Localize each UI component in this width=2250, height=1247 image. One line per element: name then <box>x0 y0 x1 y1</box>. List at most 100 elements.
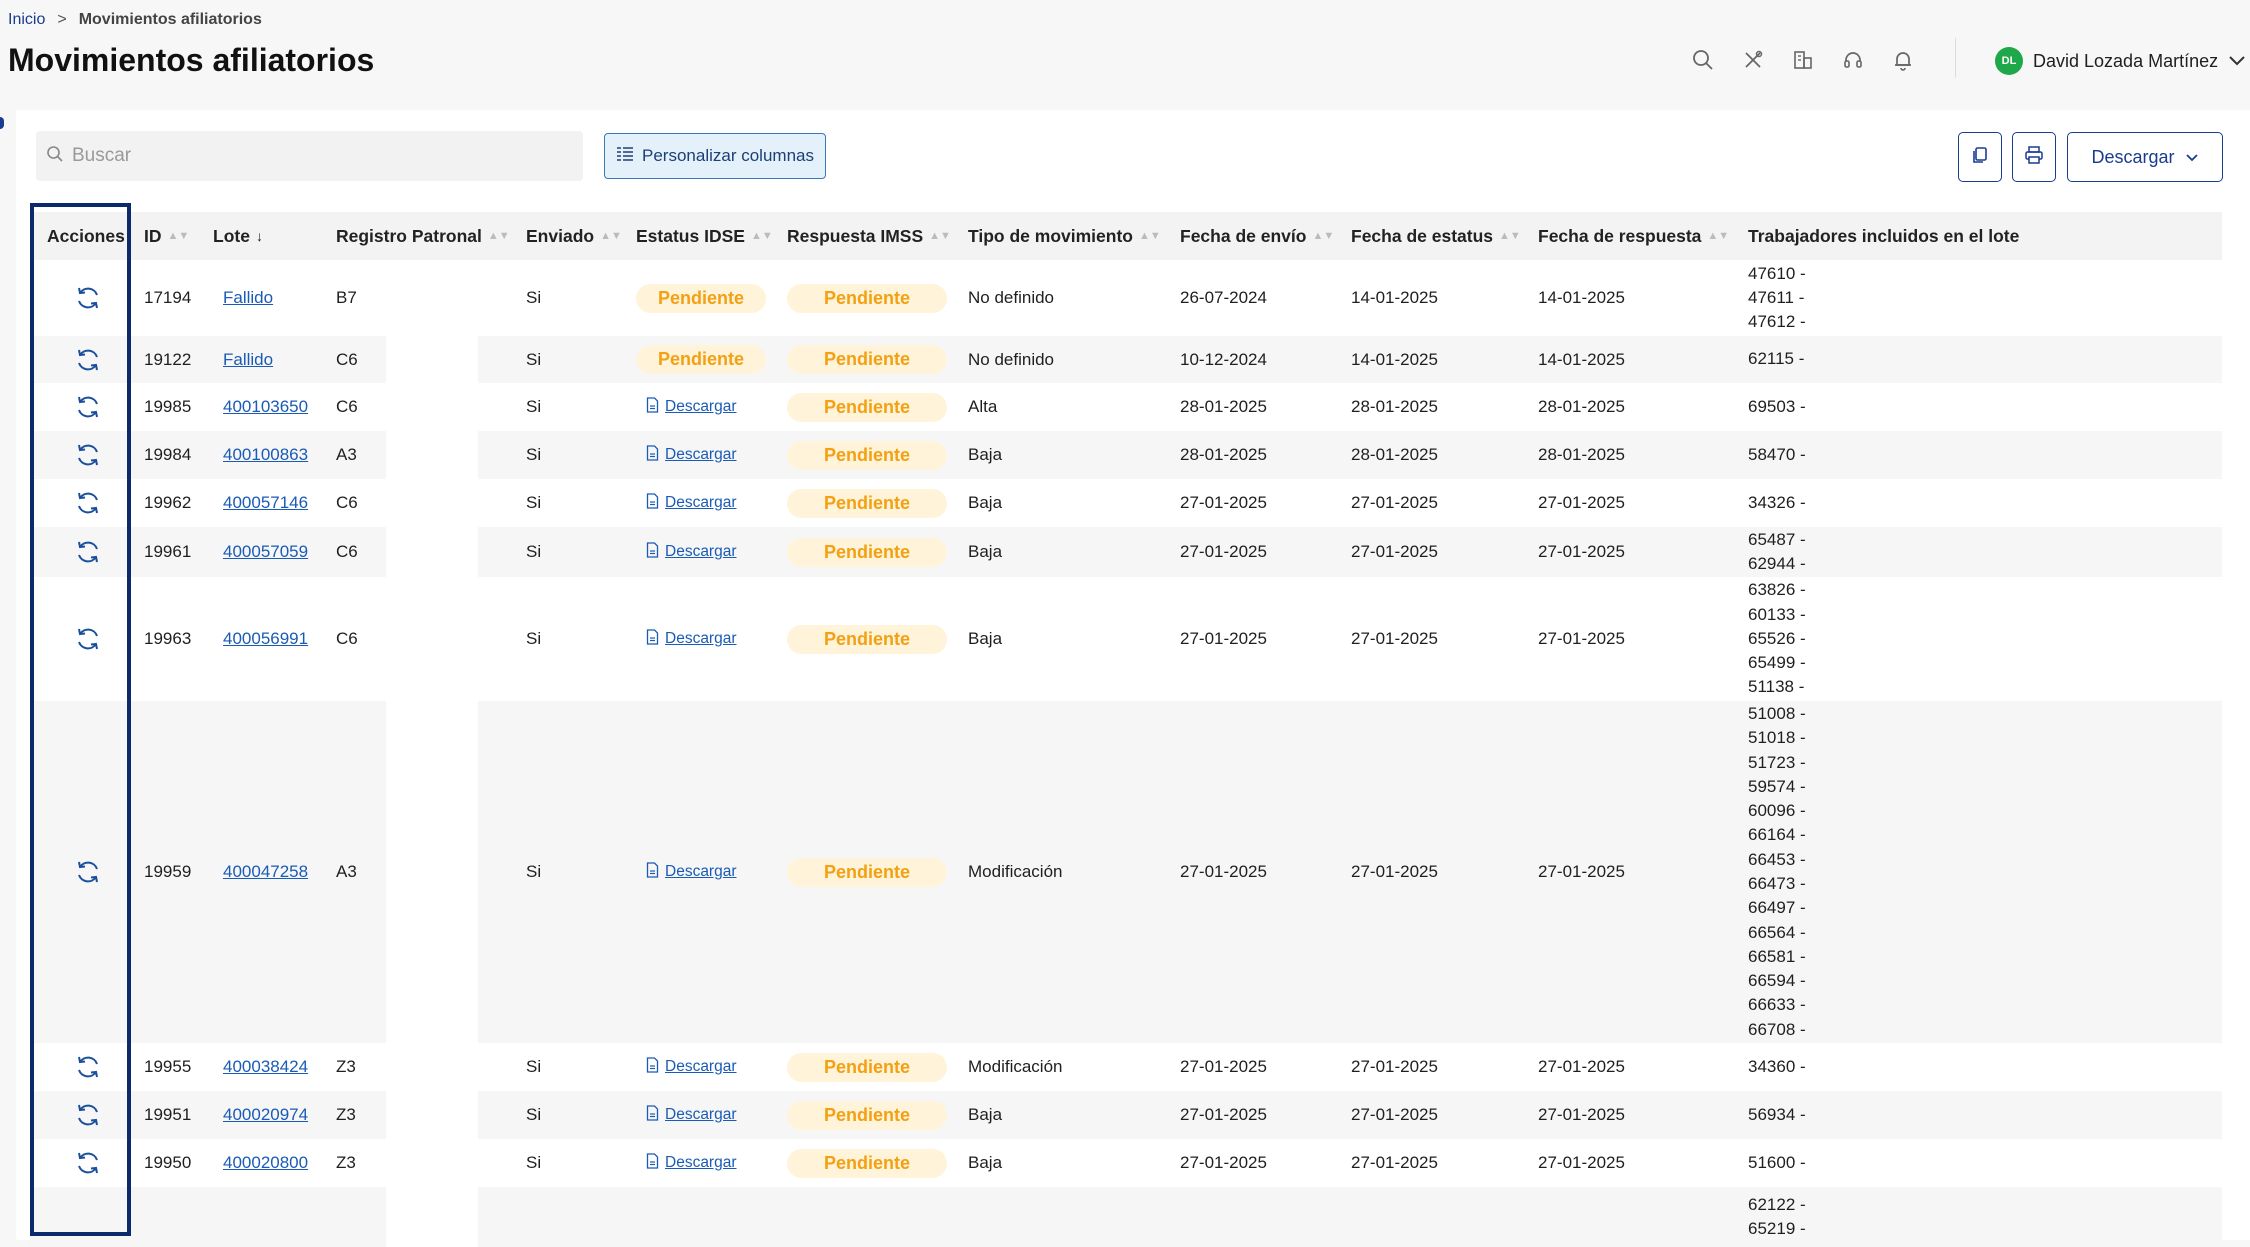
refresh-icon[interactable] <box>74 1091 102 1139</box>
refresh-icon[interactable] <box>74 479 102 527</box>
lote-link[interactable]: Fallido <box>223 350 273 370</box>
descargar-link[interactable]: Descargar <box>646 1043 737 1091</box>
header-icons <box>1690 47 1916 73</box>
worker-id: 66708 - <box>1748 1019 1806 1039</box>
search-icon[interactable] <box>1690 47 1716 73</box>
table-row: 17194 Fallido B7 Si Pendiente Pendiente No def… <box>30 260 2222 336</box>
download-button[interactable]: Descargar <box>2067 132 2223 182</box>
table-row: 19122 Fallido C6 Si Pendiente Pendiente No def… <box>30 336 2222 383</box>
refresh-icon[interactable] <box>74 260 102 336</box>
col-fecha-estatus[interactable]: Fecha de estatus ▲▼ <box>1351 212 1521 260</box>
lote-link[interactable]: 400057059 <box>223 542 308 562</box>
breadcrumb: Inicio > Movimientos afiliatorios <box>8 11 262 29</box>
worker-id: 51600 - <box>1748 1152 1806 1172</box>
lote-link[interactable]: 400100863 <box>223 445 308 465</box>
tools-icon[interactable] <box>1740 47 1766 73</box>
col-enviado[interactable]: Enviado ▲▼ <box>526 212 622 260</box>
refresh-icon[interactable] <box>74 1043 102 1091</box>
col-id[interactable]: ID ▲▼ <box>144 212 189 260</box>
lote-link[interactable]: 400038424 <box>223 1057 308 1077</box>
cell-registro: C6 <box>336 542 358 561</box>
worker-id: 56934 - <box>1748 1104 1806 1124</box>
cell-trabajadores: 63826 - 60133 - 65526 - 65499 - 51138 - <box>1748 577 1806 701</box>
sort-icon: ▲▼ <box>487 230 510 242</box>
bell-icon[interactable] <box>1890 47 1916 73</box>
cell-fecha-estatus: 27-01-2025 <box>1351 1057 1438 1076</box>
cell-enviado: Si <box>526 1153 542 1172</box>
refresh-icon[interactable] <box>74 701 102 1043</box>
cell-fecha-respuesta: 27-01-2025 <box>1538 542 1625 561</box>
worker-id: 47610 - <box>1748 263 1806 283</box>
refresh-icon[interactable] <box>74 383 102 431</box>
breadcrumb-home-link[interactable]: Inicio <box>8 11 45 28</box>
descargar-link[interactable]: Descargar <box>646 527 737 577</box>
descargar-link[interactable]: Descargar <box>646 431 737 479</box>
cell-fecha-estatus: 14-01-2025 <box>1351 288 1438 307</box>
cell-registro: C6 <box>336 397 358 416</box>
lote-link[interactable]: 400103650 <box>223 397 308 417</box>
cell-tipo: Baja <box>968 1153 1003 1172</box>
lote-link[interactable]: 400020974 <box>223 1105 308 1125</box>
lote-link[interactable]: 400047258 <box>223 862 308 882</box>
cell-fecha-estatus: 27-01-2025 <box>1351 493 1438 512</box>
refresh-icon[interactable] <box>74 527 102 577</box>
worker-id: 66564 - <box>1748 922 1806 942</box>
descargar-link[interactable]: Descargar <box>646 383 737 431</box>
descargar-link[interactable]: Descargar <box>646 577 737 701</box>
cell-fecha-estatus: 28-01-2025 <box>1351 445 1438 464</box>
col-respuesta-imss[interactable]: Respuesta IMSS ▲▼ <box>787 212 951 260</box>
cell-tipo: No definido <box>968 288 1055 307</box>
col-registro-patronal[interactable]: Registro Patronal ▲▼ <box>336 212 510 260</box>
search-input[interactable]: Buscar <box>36 131 583 181</box>
descargar-link[interactable]: Descargar <box>646 1091 737 1139</box>
descargar-link[interactable]: Descargar <box>646 701 737 1043</box>
headset-icon[interactable] <box>1840 47 1866 73</box>
cell-fecha-envio: 27-01-2025 <box>1180 1153 1267 1172</box>
lote-link[interactable]: 400056991 <box>223 629 308 649</box>
worker-id: 66581 - <box>1748 946 1806 966</box>
building-icon[interactable] <box>1790 47 1816 73</box>
user-menu[interactable]: DL David Lozada Martínez <box>1995 47 2246 75</box>
copy-icon <box>1970 145 1990 170</box>
cell-id: 19985 <box>144 397 192 416</box>
table-header: Acciones ID ▲▼ Lote ↓ Registro Patronal ▲▼ … <box>30 212 2222 260</box>
col-lote[interactable]: Lote ↓ <box>213 212 263 260</box>
refresh-icon[interactable] <box>74 577 102 701</box>
file-icon <box>646 628 659 650</box>
print-button[interactable] <box>2012 132 2056 182</box>
table-body: 17194 Fallido B7 Si Pendiente Pendiente No def… <box>30 260 2222 1247</box>
cell-fecha-estatus: 27-01-2025 <box>1351 1105 1438 1124</box>
refresh-icon[interactable] <box>74 1139 102 1187</box>
col-tipo-movimiento[interactable]: Tipo de movimiento ▲▼ <box>968 212 1161 260</box>
chevron-down-icon <box>2228 51 2246 72</box>
cell-mask <box>386 1043 478 1091</box>
col-fecha-envio[interactable]: Fecha de envío ▲▼ <box>1180 212 1334 260</box>
lote-link[interactable]: 400020800 <box>223 1153 308 1173</box>
table-row: 19950 400020800 Z3 Si Descargar Pendiente Baja… <box>30 1139 2222 1187</box>
descargar-link[interactable]: Descargar <box>646 1139 737 1187</box>
copy-button[interactable] <box>1958 132 2002 182</box>
status-badge: Pendiente <box>787 857 947 887</box>
col-fecha-respuesta[interactable]: Fecha de respuesta ▲▼ <box>1538 212 1729 260</box>
cell-trabajadores: 34326 - <box>1748 479 1806 527</box>
lote-link[interactable]: Fallido <box>223 288 273 308</box>
cell-id: 19950 <box>144 1153 192 1172</box>
cell-enviado: Si <box>526 445 542 464</box>
status-badge: Pendiente <box>787 488 947 518</box>
cell-id: 19963 <box>144 629 192 648</box>
file-icon <box>646 861 659 883</box>
cell-fecha-envio: 27-01-2025 <box>1180 862 1267 881</box>
refresh-icon[interactable] <box>74 336 102 383</box>
worker-id: 51018 - <box>1748 728 1806 748</box>
cell-trabajadores: 47610 - 47611 - 47612 - <box>1748 260 1806 336</box>
cell-fecha-envio: 26-07-2024 <box>1180 288 1267 307</box>
cell-fecha-estatus: 27-01-2025 <box>1351 629 1438 648</box>
descargar-link[interactable]: Descargar <box>646 479 737 527</box>
cell-fecha-respuesta: 27-01-2025 <box>1538 862 1625 881</box>
cell-tipo: Baja <box>968 1105 1003 1124</box>
customize-columns-button[interactable]: Personalizar columnas <box>604 133 826 179</box>
col-estatus-idse[interactable]: Estatus IDSE ▲▼ <box>636 212 773 260</box>
lote-link[interactable]: 400057146 <box>223 493 308 513</box>
refresh-icon[interactable] <box>74 431 102 479</box>
download-label: Descargar <box>2091 146 2175 167</box>
